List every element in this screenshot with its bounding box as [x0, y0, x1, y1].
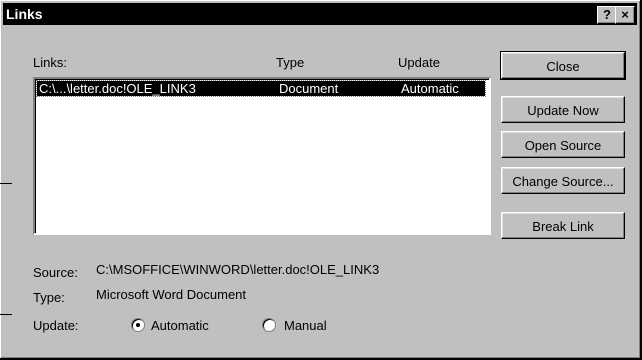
manual-radio[interactable] [262, 318, 276, 332]
links-column-header: Links: [33, 55, 67, 70]
radio-selected-dot [136, 323, 140, 327]
manual-radio-label[interactable]: Manual [284, 318, 327, 333]
source-value: C:\MSOFFICE\WINWORD\letter.doc!OLE_LINK3 [96, 262, 380, 277]
list-item[interactable]: C:\...\letter.doc!OLE_LINK3 Document Aut… [36, 80, 486, 97]
type-column-header: Type [276, 55, 305, 70]
open-source-button[interactable]: Open Source [501, 131, 625, 158]
title-bar[interactable]: Links ? × [3, 3, 637, 25]
link-update-mode: Automatic [401, 81, 459, 96]
close-window-button[interactable]: × [615, 6, 635, 24]
automatic-radio-label[interactable]: Automatic [151, 318, 209, 333]
link-type: Document [279, 81, 339, 96]
link-path: C:\...\letter.doc!OLE_LINK3 [39, 81, 196, 96]
update-label: Update: [33, 318, 79, 333]
source-label: Source: [33, 265, 78, 280]
automatic-radio[interactable] [131, 318, 145, 332]
links-listbox[interactable]: C:\...\letter.doc!OLE_LINK3 Document Aut… [33, 77, 491, 235]
break-link-button[interactable]: Break Link [501, 212, 625, 239]
type-label: Type: [33, 290, 65, 305]
change-source-button[interactable]: Change Source... [501, 167, 625, 194]
close-button[interactable]: Close [500, 51, 626, 80]
update-column-header: Update [398, 55, 440, 70]
help-button[interactable]: ? [597, 6, 617, 24]
update-now-button[interactable]: Update Now [501, 96, 625, 123]
dialog-title: Links [6, 6, 43, 22]
background-line [0, 183, 12, 184]
background-line [0, 314, 12, 315]
links-dialog: Links ? × Links: Type Update C:\...\lett… [0, 0, 642, 360]
type-value: Microsoft Word Document [96, 287, 247, 302]
